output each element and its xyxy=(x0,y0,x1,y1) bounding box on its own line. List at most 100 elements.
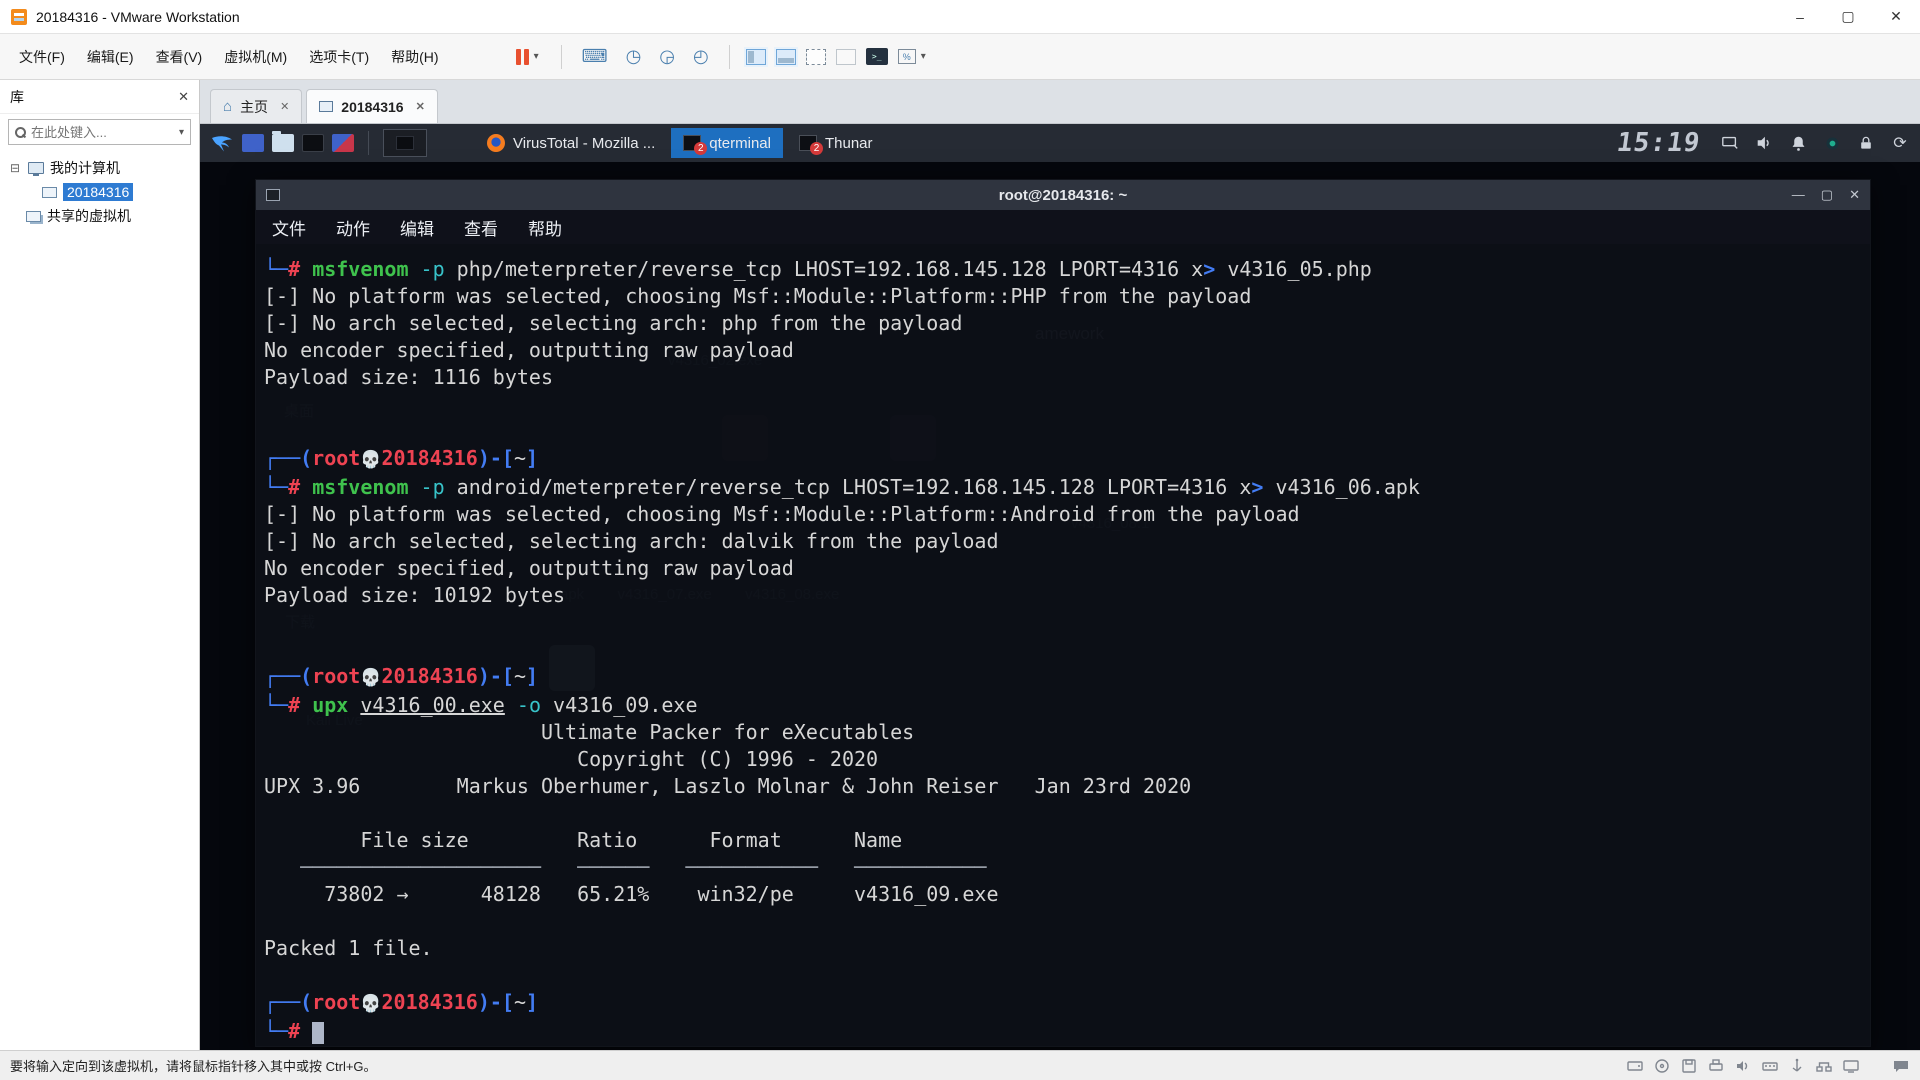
menu-tabs[interactable]: 选项卡(T) xyxy=(298,41,380,73)
terminal-close-button[interactable]: ✕ xyxy=(1849,187,1860,203)
taskbar-item-thunar[interactable]: 2 Thunar xyxy=(787,128,885,158)
terminal-minimize-button[interactable]: — xyxy=(1792,187,1805,203)
library-title: 库 xyxy=(10,87,24,107)
sound-device-icon[interactable] xyxy=(1734,1058,1752,1074)
terminal-text: └─ xyxy=(264,1019,288,1043)
tree-label-my-computer: 我的计算机 xyxy=(50,158,120,178)
display-tray-icon[interactable] xyxy=(1720,133,1740,153)
terminal-body[interactable]: └─# msfvenom -p php/meterpreter/reverse_… xyxy=(256,244,1870,1046)
terminal-line: [-] No platform was selected, choosing M… xyxy=(264,501,1862,528)
usb-device-icon[interactable] xyxy=(1788,1058,1806,1074)
menu-edit[interactable]: 编辑(E) xyxy=(76,41,145,73)
launcher-browser-icon[interactable] xyxy=(242,134,264,152)
terminal-menu-edit[interactable]: 编辑 xyxy=(400,215,434,240)
minimize-button[interactable]: – xyxy=(1776,0,1824,33)
tab-home[interactable]: ⌂ 主页 ✕ xyxy=(210,89,302,123)
terminal-line: Payload size: 1116 bytes xyxy=(264,364,1862,391)
workspace-switcher[interactable] xyxy=(383,129,427,157)
taskbar-item-virustotal[interactable]: VirusTotal - Mozilla ... xyxy=(475,128,667,158)
vm-tab-icon xyxy=(319,101,333,112)
library-search[interactable]: ▾ xyxy=(8,119,191,145)
tab-close-icon[interactable]: ✕ xyxy=(280,100,289,113)
restore-button[interactable]: ▢ xyxy=(1824,0,1872,33)
tab-close-icon[interactable]: ✕ xyxy=(416,100,425,113)
terminal-line: File size Ratio Format Name xyxy=(264,827,1862,854)
content-column: ⌂ 主页 ✕ 20184316 ✕ xyxy=(200,80,1920,1050)
chevron-down-icon[interactable]: ▾ xyxy=(534,51,539,62)
terminal-line xyxy=(264,800,1862,827)
terminal-line: └─# upx v4316_00.exe -o v4316_09.exe xyxy=(264,692,1862,719)
tab-vm-20184316[interactable]: 20184316 ✕ xyxy=(306,89,438,123)
vm-guest-screen[interactable]: VirusTotal - Mozilla ... 2 qterminal 2 T… xyxy=(200,124,1920,1050)
hdd-device-icon[interactable] xyxy=(1626,1058,1644,1074)
status-dot-icon[interactable] xyxy=(1822,133,1842,153)
snapshot-manager-button[interactable]: ◴ xyxy=(689,44,713,69)
tree-item-my-computer[interactable]: ⊟ 我的计算机 xyxy=(0,156,199,180)
terminal-text: upx xyxy=(312,693,348,717)
terminal-text: > xyxy=(1251,475,1263,499)
terminal-text: UPX 3.96 Markus Oberhumer, Laszlo Molnar… xyxy=(264,774,1191,798)
unity-mode-button[interactable] xyxy=(836,49,856,65)
floppy-device-icon[interactable] xyxy=(1680,1058,1698,1074)
session-refresh-icon[interactable]: ⟳ xyxy=(1890,133,1910,153)
terminal-menu-view[interactable]: 查看 xyxy=(464,215,498,240)
collapse-icon[interactable]: ⊟ xyxy=(10,161,22,175)
terminal-maximize-button[interactable]: ▢ xyxy=(1821,187,1833,203)
vmware-titlebar: 20184316 - VMware Workstation – ▢ ✕ xyxy=(0,0,1920,34)
fit-display-button[interactable]: % ▾ xyxy=(898,49,926,64)
terminal-text: ~ xyxy=(514,990,526,1014)
fullscreen-button[interactable] xyxy=(806,49,826,65)
launcher-terminal-icon[interactable] xyxy=(302,134,324,152)
terminal-text: -o xyxy=(505,693,541,717)
close-button[interactable]: ✕ xyxy=(1872,0,1920,33)
tree-item-shared-vms[interactable]: 共享的虚拟机 xyxy=(0,204,199,228)
menu-view[interactable]: 查看(V) xyxy=(145,41,214,73)
network-device-icon[interactable] xyxy=(1815,1058,1833,1074)
terminal-menu-actions[interactable]: 动作 xyxy=(336,215,370,240)
terminal-text: )-[ xyxy=(478,664,514,688)
qterminal-titlebar[interactable]: root@20184316: ~ — ▢ ✕ xyxy=(256,180,1870,210)
system-tray: 15:19 xyxy=(1617,128,1910,158)
library-search-input[interactable] xyxy=(31,125,173,140)
clock[interactable]: 15:19 xyxy=(1615,128,1702,158)
keyboard-device-icon[interactable] xyxy=(1761,1058,1779,1074)
send-ctrl-alt-del-button[interactable]: ⌨ xyxy=(578,44,612,69)
lock-icon[interactable] xyxy=(1856,133,1876,153)
terminal-menu-file[interactable]: 文件 xyxy=(272,215,306,240)
show-thumbnail-bar-button[interactable] xyxy=(776,49,796,65)
menu-file[interactable]: 文件(F) xyxy=(8,41,76,73)
workspace-badge: 2 xyxy=(810,142,823,155)
display-device-icon[interactable] xyxy=(1842,1058,1860,1074)
show-library-button[interactable] xyxy=(746,49,766,65)
menu-help[interactable]: 帮助(H) xyxy=(380,41,449,73)
menu-vm[interactable]: 虚拟机(M) xyxy=(213,41,298,73)
launcher-files-icon[interactable] xyxy=(272,134,294,152)
take-snapshot-button[interactable]: ◷ xyxy=(622,44,646,69)
terminal-line xyxy=(264,609,1862,636)
terminal-text: root xyxy=(312,990,360,1014)
kali-menu-icon[interactable] xyxy=(210,131,234,155)
chevron-down-icon[interactable]: ▾ xyxy=(921,51,926,62)
launcher-screenshot-icon[interactable] xyxy=(332,134,354,152)
library-close-icon[interactable]: ✕ xyxy=(178,89,189,105)
terminal-text: # xyxy=(288,475,312,499)
console-view-button[interactable]: >_ xyxy=(866,48,888,65)
cd-device-icon[interactable] xyxy=(1653,1058,1671,1074)
workspace-badge: 2 xyxy=(694,142,707,155)
volume-icon[interactable] xyxy=(1754,133,1774,153)
library-header: 库 ✕ xyxy=(0,80,199,114)
notifications-bell-icon[interactable] xyxy=(1788,133,1808,153)
terminal-text: ~ xyxy=(514,446,526,470)
terminal-menu-help[interactable]: 帮助 xyxy=(528,215,562,240)
suspend-vm-button[interactable]: ▾ xyxy=(510,45,545,69)
terminal-text: # xyxy=(288,1019,312,1043)
tree-item-vm-20184316[interactable]: 20184316 xyxy=(0,180,199,204)
chevron-down-icon[interactable]: ▾ xyxy=(179,127,184,138)
revert-snapshot-button[interactable]: ◶ xyxy=(655,44,679,69)
printer-device-icon[interactable] xyxy=(1707,1058,1725,1074)
message-bubble-icon[interactable] xyxy=(1892,1058,1910,1074)
terminal-text: msfvenom xyxy=(312,257,408,281)
terminal-text: )-[ xyxy=(478,990,514,1014)
home-icon: ⌂ xyxy=(223,98,232,115)
taskbar-item-qterminal[interactable]: 2 qterminal xyxy=(671,128,783,158)
